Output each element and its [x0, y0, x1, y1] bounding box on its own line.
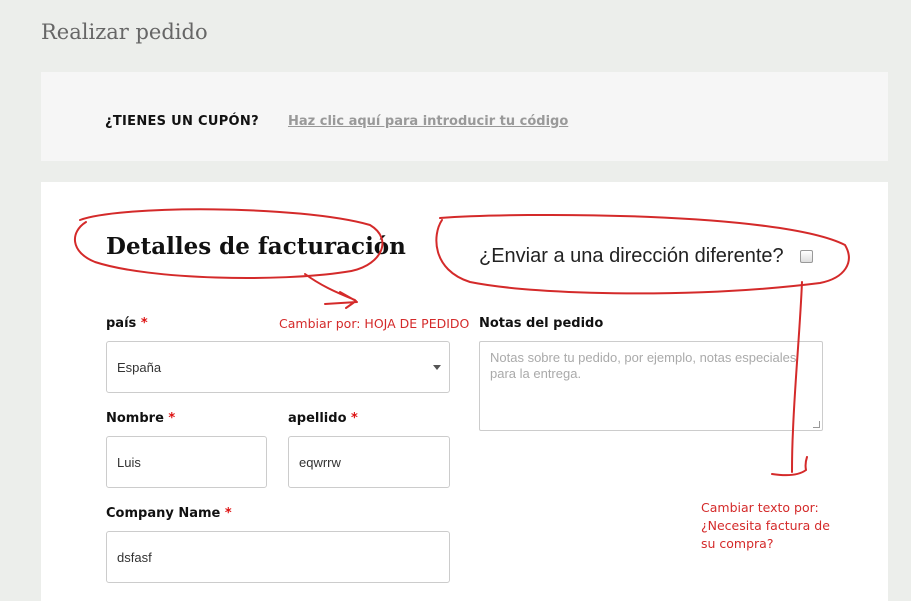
company-name-input[interactable]: dsfasf — [106, 531, 450, 583]
order-notes-placeholder: Notas sobre tu pedido, por ejemplo, nota… — [490, 350, 797, 381]
country-select-value: España — [117, 359, 162, 375]
first-name-input[interactable]: Luis — [106, 436, 267, 488]
company-name-value: dsfasf — [117, 549, 152, 565]
company-name-label: Company Name * — [106, 506, 232, 521]
country-label: país * — [106, 316, 148, 331]
company-name-label-text: Company Name — [106, 506, 221, 521]
annotation-shipping-note: Cambiar texto por: ¿Necesita factura de … — [701, 499, 830, 553]
annotation-line: Cambiar texto por: — [701, 500, 819, 515]
country-select[interactable]: España — [106, 341, 450, 393]
annotation-billing-note: Cambiar por: HOJA DE PEDIDO — [279, 316, 470, 331]
required-mark: * — [168, 411, 176, 426]
last-name-label-text: apellido — [288, 411, 347, 426]
ship-to-different-address-label[interactable]: ¿Enviar a una dirección diferente? — [479, 245, 784, 268]
country-label-text: país — [106, 316, 137, 331]
last-name-input[interactable]: eqwrrw — [288, 436, 450, 488]
coupon-box: ¿TIENES UN CUPÓN? Haz clic aquí para int… — [41, 72, 888, 161]
last-name-label: apellido * — [288, 411, 358, 426]
required-mark: * — [351, 411, 358, 426]
coupon-label: ¿TIENES UN CUPÓN? — [105, 114, 259, 129]
required-mark: * — [140, 316, 148, 331]
last-name-value: eqwrrw — [299, 454, 341, 470]
required-mark: * — [224, 506, 232, 521]
chevron-down-icon — [433, 365, 441, 370]
page-title: Realizar pedido — [41, 20, 208, 44]
annotation-line: su compra? — [701, 536, 774, 551]
billing-details-title: Detalles de facturación — [106, 233, 406, 260]
order-notes-textarea[interactable]: Notas sobre tu pedido, por ejemplo, nota… — [479, 341, 823, 431]
first-name-value: Luis — [117, 454, 141, 470]
annotation-line: ¿Necesita factura de — [701, 518, 830, 533]
first-name-label: Nombre * — [106, 411, 175, 426]
resize-grip-icon[interactable] — [813, 421, 820, 428]
ship-to-different-address-checkbox[interactable] — [800, 250, 813, 263]
first-name-label-text: Nombre — [106, 411, 164, 426]
order-notes-label: Notas del pedido — [479, 316, 604, 331]
coupon-link[interactable]: Haz clic aquí para introducir tu código — [288, 114, 568, 129]
